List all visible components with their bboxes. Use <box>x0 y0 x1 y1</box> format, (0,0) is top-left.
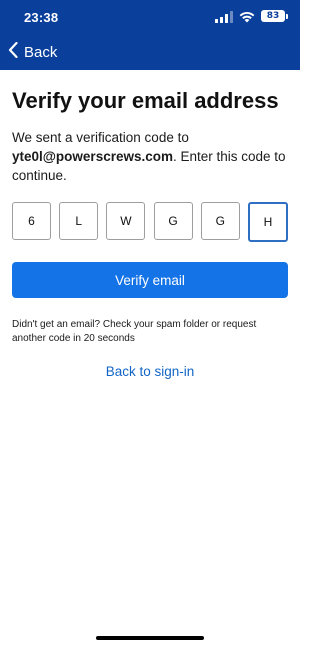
email-address: yte0l@powerscrews.com <box>12 149 173 164</box>
code-digit-2[interactable]: L <box>59 202 99 240</box>
header-bar: 23:38 83 Back <box>0 0 300 70</box>
code-digit-1[interactable]: 6 <box>12 202 51 240</box>
status-icons: 83 <box>215 10 288 23</box>
verification-code-inputs: 6 L W G G H <box>12 202 288 242</box>
wifi-icon <box>239 10 255 23</box>
description-prefix: We sent a verification code to <box>12 130 189 145</box>
resend-info-text: Didn't get an email? Check your spam fol… <box>12 319 257 344</box>
cellular-signal-icon <box>215 10 233 23</box>
page-title: Verify your email address <box>12 88 279 113</box>
back-button[interactable]: Back <box>8 41 58 63</box>
code-digit-3[interactable]: W <box>106 202 146 240</box>
code-digit-4[interactable]: G <box>153 202 193 240</box>
chevron-left-icon <box>8 41 18 63</box>
code-digit-6[interactable]: H <box>247 202 288 242</box>
battery-tip <box>286 13 288 19</box>
verify-email-button[interactable]: Verify email <box>12 262 288 298</box>
code-digit-5[interactable]: G <box>200 202 240 240</box>
battery-icon: 83 <box>261 10 288 22</box>
battery-level: 83 <box>261 10 285 22</box>
status-time: 23:38 <box>24 10 59 25</box>
back-to-signin-link[interactable]: Back to sign-in <box>0 364 300 379</box>
back-label: Back <box>24 44 58 61</box>
home-indicator[interactable] <box>96 636 204 640</box>
verification-description: We sent a verification code to yte0l@pow… <box>12 128 292 185</box>
